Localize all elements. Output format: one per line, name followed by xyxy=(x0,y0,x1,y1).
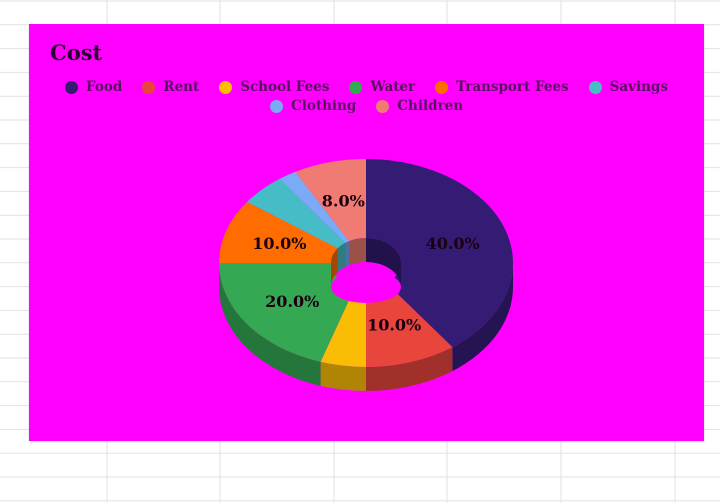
pie-chart: 40.0% 10.0% 20.0% 10.0% 8.0% xyxy=(219,159,513,391)
data-label: 10.0% xyxy=(252,234,306,253)
data-label: 40.0% xyxy=(426,234,480,253)
donut-hole xyxy=(331,271,401,303)
data-label: 8.0% xyxy=(322,192,365,211)
donut-hole-wall xyxy=(349,238,366,266)
data-label: 10.0% xyxy=(367,315,421,334)
chart-container[interactable]: Cost Food Rent School Fees Water Transport F… xyxy=(29,24,704,441)
donut-hole-wall xyxy=(345,241,350,267)
data-label: 20.0% xyxy=(265,292,319,311)
